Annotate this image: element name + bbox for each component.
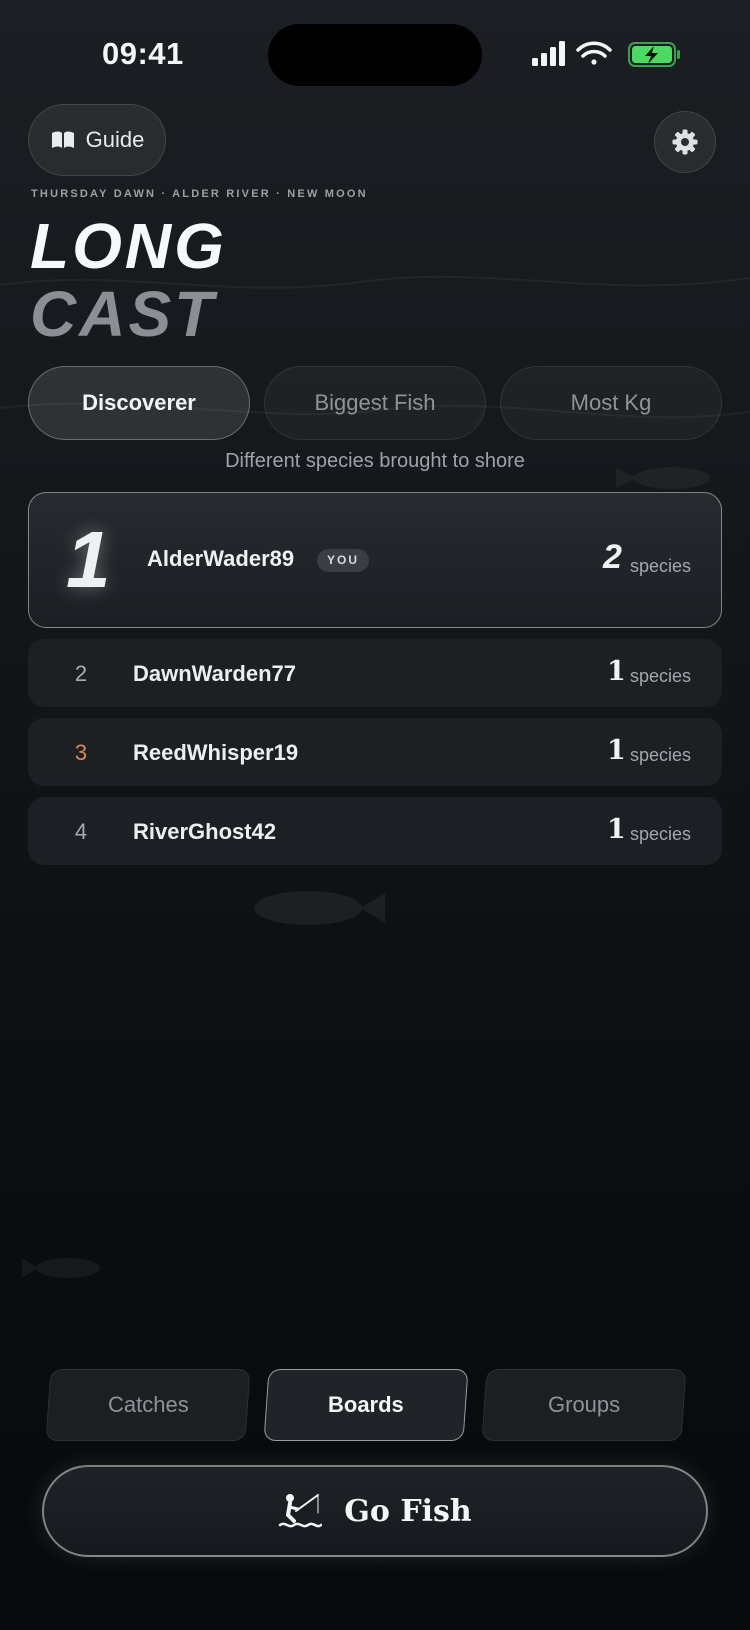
battery-charging-icon <box>628 42 680 67</box>
tab-label: Boards <box>328 1392 404 1417</box>
book-icon <box>51 131 74 148</box>
row-rank: 4 <box>74 819 88 844</box>
first-place-value: 2 <box>603 538 622 576</box>
first-place-name: AlderWader89 <box>147 546 295 571</box>
tab-catches[interactable]: Catches <box>45 1369 251 1441</box>
segment-label: Discoverer <box>82 390 196 415</box>
row-value: 1 <box>607 735 626 766</box>
row-value: 1 <box>607 814 626 845</box>
row-unit: species <box>630 745 692 765</box>
guide-label: Guide <box>85 127 145 152</box>
segment-discoverer[interactable]: Discoverer <box>28 366 250 440</box>
segment-biggest-fish[interactable]: Biggest Fish <box>264 366 486 440</box>
segment-caption: Different species brought to shore <box>225 450 525 472</box>
row-unit: species <box>630 666 692 686</box>
you-badge: YOU <box>317 549 370 572</box>
status-icons <box>532 41 680 67</box>
go-fish-label: Go Fish <box>344 1493 472 1529</box>
tab-groups[interactable]: Groups <box>481 1369 687 1441</box>
app-title-line2: CAST <box>30 278 217 350</box>
signal-icon <box>532 41 565 66</box>
row-unit: species <box>630 824 692 844</box>
first-place-unit: species <box>630 556 692 576</box>
first-place-rank: 1 <box>66 515 111 604</box>
tab-label: Catches <box>107 1392 189 1417</box>
settings-button[interactable] <box>654 111 716 173</box>
row-name: ReedWhisper19 <box>133 740 299 765</box>
gear-icon <box>672 129 698 155</box>
segment-label: Biggest Fish <box>314 390 436 415</box>
segment-label: Most Kg <box>570 390 652 415</box>
session-subtitle: THURSDAY DAWN · ALDER RIVER · NEW MOON <box>31 188 368 200</box>
app-title-line1: LONG <box>30 210 227 282</box>
row-rank: 3 <box>74 740 88 765</box>
tab-label: Groups <box>547 1392 621 1417</box>
go-fish-button[interactable]: Go Fish <box>42 1465 708 1557</box>
guide-button[interactable]: Guide <box>28 104 166 176</box>
dynamic-island <box>268 24 482 86</box>
row-name: RiverGhost42 <box>133 819 277 844</box>
wifi-icon <box>576 41 612 65</box>
angler-icon <box>279 1494 323 1528</box>
segment-most-kg[interactable]: Most Kg <box>500 366 722 440</box>
tab-boards[interactable]: Boards <box>263 1369 469 1441</box>
row-rank: 2 <box>74 661 88 686</box>
row-name: DawnWarden77 <box>133 661 297 686</box>
row-value: 1 <box>607 656 626 687</box>
status-time: 09:41 <box>102 36 184 71</box>
